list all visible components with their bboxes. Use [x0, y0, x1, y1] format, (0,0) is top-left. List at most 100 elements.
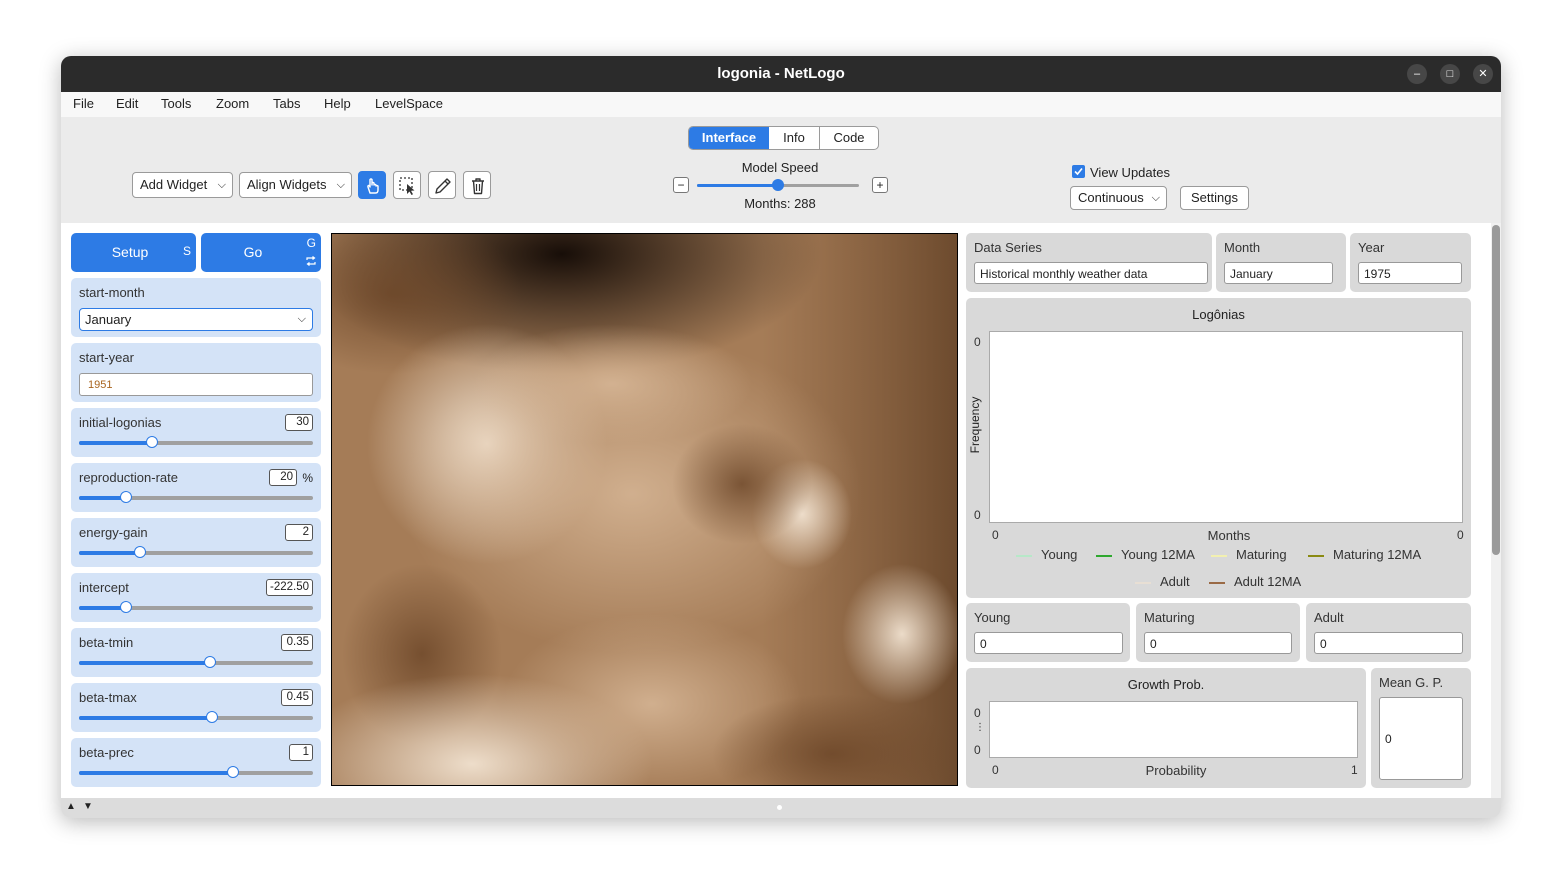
slider-fill: [79, 606, 126, 610]
expand-up-icon[interactable]: ▲: [66, 801, 76, 812]
slider-energy-gain: energy-gain 2: [71, 518, 321, 567]
slider-knob[interactable]: [204, 656, 217, 668]
resize-handle-icon[interactable]: [777, 805, 782, 810]
month-value: January: [1224, 262, 1333, 284]
slider-value[interactable]: 1: [289, 744, 313, 761]
logonias-plot: Logônias Frequency 0 0 0 Months 0 Young …: [966, 298, 1471, 598]
plot-y-min: 0: [974, 508, 981, 522]
slider-track[interactable]: [79, 546, 313, 558]
chevron-down-icon: ⌵: [336, 179, 345, 191]
align-widgets-label: Align Widgets: [247, 177, 327, 192]
slider-fill: [79, 771, 234, 775]
slider-knob[interactable]: [206, 711, 219, 723]
menu-tabs[interactable]: Tabs: [273, 96, 300, 111]
legend-swatch-maturing-12ma: [1308, 554, 1324, 557]
slider-track[interactable]: [79, 711, 313, 723]
start-month-select[interactable]: January ⌵: [79, 308, 313, 331]
slider-knob[interactable]: [145, 436, 158, 448]
slider-value[interactable]: -222.50: [265, 579, 313, 596]
interact-hand-icon: [367, 178, 379, 194]
growth-y-ellipsis: ⋮: [975, 722, 985, 733]
settings-button[interactable]: Settings: [1180, 186, 1249, 210]
slider-track[interactable]: [79, 491, 313, 503]
logonias-plot-area: [989, 331, 1463, 523]
toolbar: Interface Info Code Add Widget ⌵ Align W…: [61, 117, 1501, 223]
menu-tools[interactable]: Tools: [161, 96, 191, 111]
maturing-monitor: Maturing 0: [1136, 603, 1300, 662]
world-terrain: [332, 234, 957, 785]
start-month-value: January: [85, 312, 132, 327]
chevron-down-icon: ⌵: [1151, 192, 1160, 204]
speed-increase-button[interactable]: +: [872, 177, 888, 193]
year-label: Year: [1358, 240, 1385, 255]
slider-value[interactable]: 0.45: [281, 689, 313, 706]
setup-button-label: Setup: [111, 244, 149, 260]
edit-mode-button[interactable]: [428, 171, 456, 199]
slider-track[interactable]: [79, 766, 313, 778]
legend-maturing: Maturing: [1211, 547, 1287, 562]
collapse-down-icon[interactable]: ▼: [83, 801, 93, 812]
minimize-button[interactable]: –: [1407, 64, 1427, 84]
slider-knob[interactable]: [119, 601, 132, 613]
speed-decrease-button[interactable]: −: [673, 177, 689, 193]
slider-fill: [79, 716, 213, 720]
tab-info[interactable]: Info: [769, 127, 819, 149]
slider-value[interactable]: 30: [285, 414, 313, 431]
scrollbar-thumb[interactable]: [1492, 225, 1500, 555]
slider-intercept: intercept -222.50: [71, 573, 321, 622]
start-year-input[interactable]: 1951: [79, 373, 313, 396]
go-shortcut-key: G: [306, 236, 316, 250]
add-widget-dropdown[interactable]: Add Widget ⌵: [132, 172, 233, 198]
slider-value[interactable]: 2: [285, 524, 313, 541]
plot-x-axis-label: Months: [1207, 528, 1251, 543]
slider-knob[interactable]: [133, 546, 146, 558]
chevron-down-icon: ⌵: [297, 313, 306, 325]
month-label: Month: [1224, 240, 1261, 255]
start-month-chooser: start-month January ⌵: [71, 278, 321, 337]
interact-mode-button[interactable]: [358, 171, 386, 199]
slider-track[interactable]: [79, 436, 313, 448]
tab-interface[interactable]: Interface: [689, 127, 769, 149]
menu-levelspace[interactable]: LevelSpace: [375, 96, 443, 111]
legend-swatch-maturing: [1211, 554, 1227, 557]
growth-plot-title: Growth Prob.: [1127, 677, 1205, 692]
slider-value[interactable]: 0.35: [281, 634, 313, 651]
go-button[interactable]: Go G: [201, 233, 321, 272]
model-speed-knob[interactable]: [772, 179, 784, 191]
legend-adult: Adult: [1135, 574, 1190, 589]
slider-value[interactable]: 20: [269, 469, 297, 486]
maximize-button[interactable]: □: [1440, 64, 1460, 84]
slider-knob[interactable]: [119, 491, 132, 503]
slider-knob[interactable]: [227, 766, 240, 778]
setup-button[interactable]: Setup S: [71, 233, 196, 272]
checkbox-icon: [1074, 167, 1083, 176]
menu-edit[interactable]: Edit: [116, 96, 138, 111]
align-widgets-dropdown[interactable]: Align Widgets ⌵: [239, 172, 352, 198]
select-mode-button[interactable]: [393, 171, 421, 199]
close-button[interactable]: ✕: [1473, 64, 1493, 84]
slider-track[interactable]: [79, 656, 313, 668]
data-series-monitor: Data Series Historical monthly weather d…: [966, 233, 1212, 292]
command-center-bar: ▲ ▼: [61, 798, 1501, 818]
view-updates-checkbox[interactable]: [1072, 165, 1085, 178]
delete-mode-button[interactable]: [463, 171, 491, 199]
plot-y-axis-label: Frequency: [968, 396, 982, 454]
plot-x-max: 0: [1457, 528, 1464, 542]
model-speed-slider[interactable]: [697, 179, 859, 191]
data-series-value: Historical monthly weather data: [974, 262, 1208, 284]
legend-swatch-adult: [1135, 581, 1151, 584]
young-monitor: Young 0: [966, 603, 1130, 662]
netlogo-window: logonia - NetLogo – □ ✕ File Edit Tools …: [61, 56, 1501, 818]
menu-help[interactable]: Help: [324, 96, 351, 111]
maturing-label: Maturing: [1144, 610, 1195, 625]
slider-track[interactable]: [79, 601, 313, 613]
vertical-scrollbar[interactable]: [1491, 223, 1501, 798]
tab-code[interactable]: Code: [819, 127, 878, 149]
menu-zoom[interactable]: Zoom: [216, 96, 249, 111]
menu-file[interactable]: File: [73, 96, 94, 111]
select-icon: [399, 177, 415, 195]
slider-unit: %: [302, 471, 313, 485]
slider-initial-logonias: initial-logonias 30: [71, 408, 321, 457]
world-view[interactable]: [331, 233, 958, 786]
update-mode-dropdown[interactable]: Continuous ⌵: [1070, 186, 1167, 210]
